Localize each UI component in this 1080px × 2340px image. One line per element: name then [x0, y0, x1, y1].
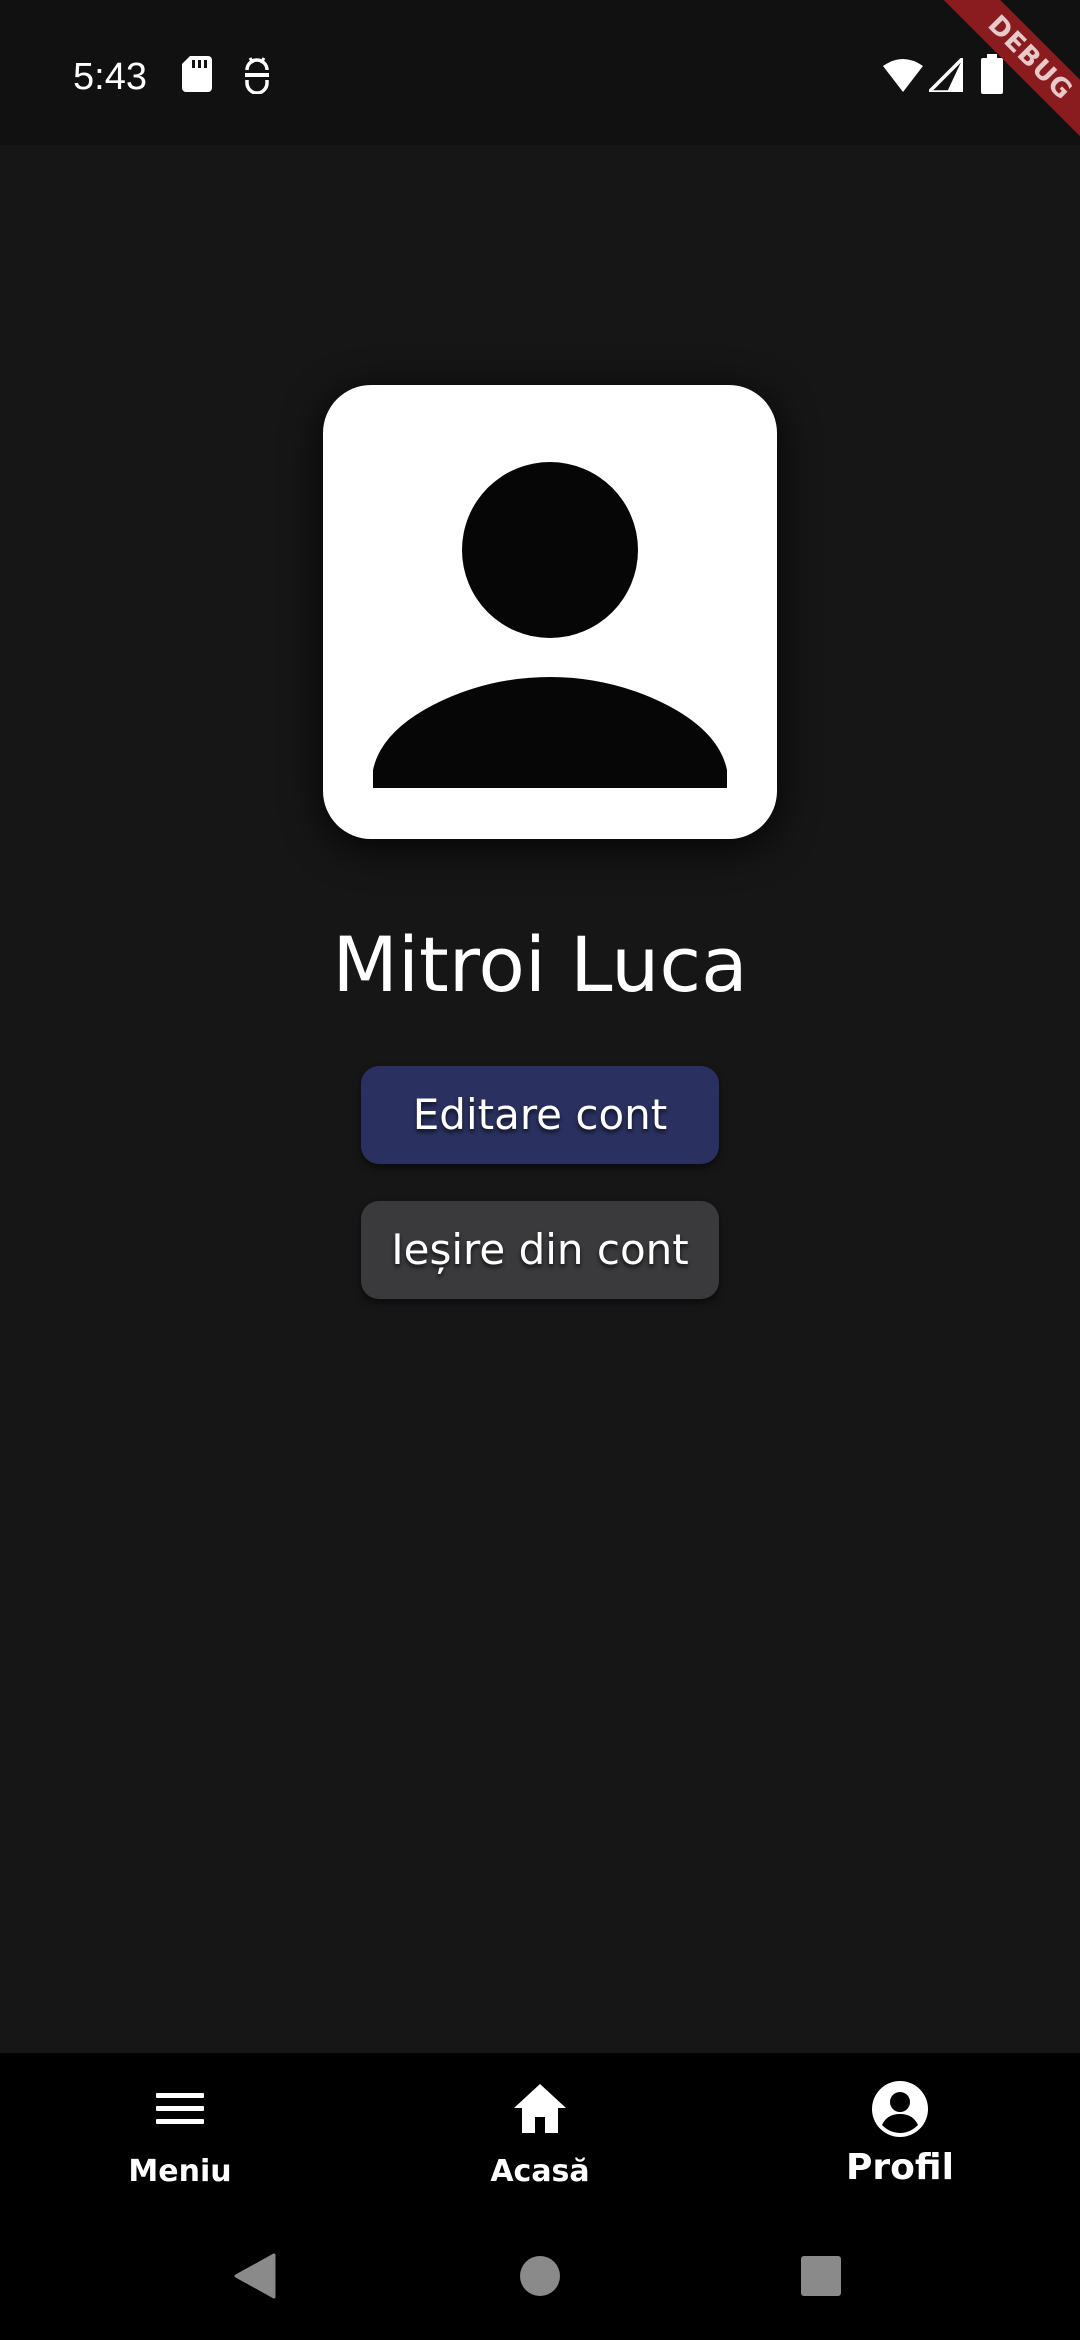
android-debug-icon: [242, 56, 272, 98]
person-icon: [373, 462, 727, 788]
system-navigation-bar: [0, 2243, 1080, 2340]
bottom-navigation: Meniu Acasă Profil: [0, 2053, 1080, 2243]
nav-item-profile[interactable]: Profil: [720, 2053, 1080, 2243]
nav-label-profile: Profil: [846, 2147, 954, 2188]
wifi-icon: [883, 58, 923, 96]
sd-card-icon: [182, 56, 212, 96]
home-icon: [514, 2084, 566, 2133]
nav-item-home[interactable]: Acasă: [360, 2053, 720, 2243]
profile-screen: 5:43 DEBUG Mitroi Luca Editare cont Ieși…: [0, 0, 1080, 2340]
edit-account-button[interactable]: Editare cont: [361, 1066, 719, 1164]
nav-label-home: Acasă: [490, 2154, 590, 2189]
user-name: Mitroi Luca: [332, 920, 748, 1009]
status-time: 5:43: [73, 56, 147, 98]
nav-label-menu: Meniu: [128, 2154, 232, 2189]
status-bar: 5:43 DEBUG: [0, 0, 1080, 160]
back-icon[interactable]: [234, 2253, 276, 2303]
nav-item-menu[interactable]: Meniu: [0, 2053, 360, 2243]
menu-icon: [156, 2093, 204, 2124]
logout-button[interactable]: Ieșire din cont: [361, 1201, 719, 1299]
home-circle-icon[interactable]: [519, 2255, 561, 2301]
debug-banner: DEBUG: [920, 0, 1080, 160]
account-circle-icon: [872, 2081, 928, 2137]
debug-banner-label: DEBUG: [923, 0, 1080, 160]
recents-icon[interactable]: [800, 2255, 842, 2301]
profile-avatar: [323, 385, 777, 839]
